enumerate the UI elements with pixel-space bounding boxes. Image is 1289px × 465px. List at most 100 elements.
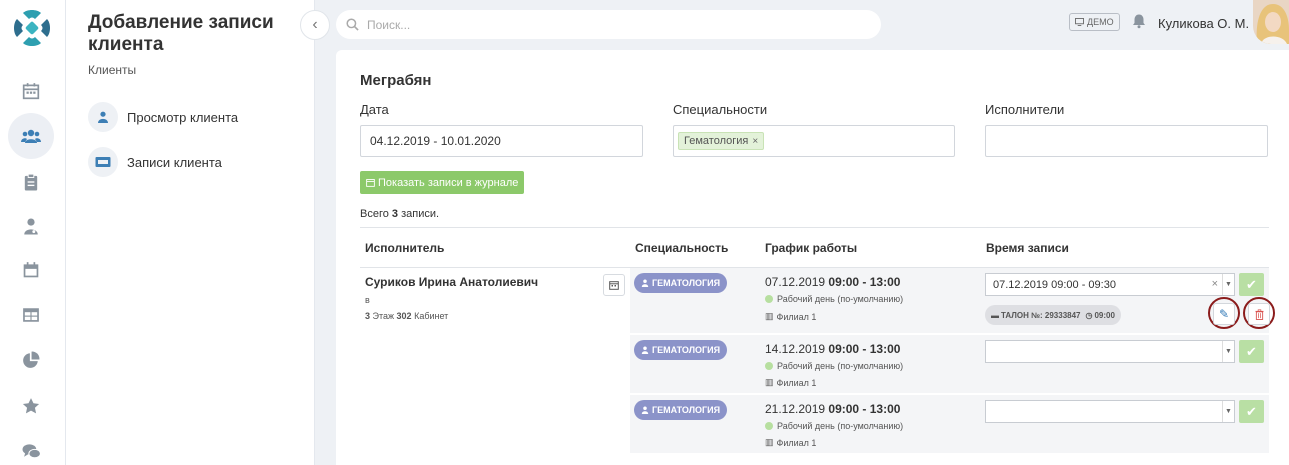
show-in-journal-button[interactable]: Показать записи в журнале <box>360 171 525 194</box>
calendar-icon[interactable] <box>8 71 54 111</box>
appointment-time-select[interactable]: 07.12.2019 09:00 - 09:30 × ▼ <box>985 273 1235 296</box>
column-header: Время записи <box>986 241 1069 255</box>
specialties-field[interactable]: Гематология × <box>673 125 955 157</box>
context-sidebar: Добавление записи клиента Клиенты Просмо… <box>66 0 315 465</box>
doctor-icon <box>641 279 649 287</box>
specialty-badge-label: ГЕМАТОЛОГИЯ <box>652 405 721 415</box>
sidebar-item-view-client[interactable]: Просмотр клиента <box>88 102 238 132</box>
workday-status: Рабочий день (по-умолчанию) <box>765 294 903 304</box>
sidebar-item-label: Записи клиента <box>127 154 222 170</box>
star-icon[interactable] <box>8 386 54 426</box>
date-range-value: 04.12.2019 - 10.01.2020 <box>370 134 501 148</box>
doctor-icon <box>641 406 649 414</box>
status-dot <box>765 362 773 370</box>
client-name: Меграбян <box>360 72 432 89</box>
confirm-button[interactable]: ✔ <box>1239 340 1264 363</box>
table-row: ГЕМАТОЛОГИЯ 14.12.2019 09:00 - 13:00 Раб… <box>630 335 1269 394</box>
doctor-icon <box>641 346 649 354</box>
records-total: Всего 3 записи. <box>360 208 439 220</box>
avatar[interactable] <box>1253 0 1289 44</box>
specialties-label: Специальности <box>673 102 768 117</box>
monitor-icon <box>1075 18 1084 26</box>
ticket-label: ТАЛОН №: 29333847 <box>1001 310 1081 320</box>
workday-label: Рабочий день (по-умолчанию) <box>777 294 904 304</box>
total-suffix: записи. <box>398 208 440 220</box>
specialty-badge: ГЕМАТОЛОГИЯ <box>634 340 728 360</box>
ticket-number: ▬ ТАЛОН №: 29333847 <box>991 311 1081 320</box>
ticket-icon <box>88 147 118 177</box>
main-panel: Меграбян Дата 04.12.2019 - 10.01.2020 Сп… <box>336 50 1289 465</box>
executors-field[interactable] <box>985 125 1268 157</box>
icon-rail <box>0 0 66 465</box>
table-icon[interactable] <box>8 295 54 335</box>
executors-label: Исполнители <box>985 102 1065 117</box>
ticket-time-value: 09:00 <box>1094 310 1115 320</box>
user-name[interactable]: Куликова О. М. <box>1158 16 1249 31</box>
sidebar-item-label: Просмотр клиента <box>127 109 239 125</box>
check-icon: ✔ <box>1246 403 1257 419</box>
executor-cell: Суриков Ирина Анатолиевич в 3 Этаж 302 К… <box>365 275 538 321</box>
search-input[interactable] <box>367 17 847 32</box>
specialty-badge-label: ГЕМАТОЛОГИЯ <box>652 278 721 288</box>
clipboard-icon[interactable] <box>8 162 54 202</box>
edit-button[interactable]: ✎ <box>1213 303 1235 325</box>
schedule-day: 14.12.2019 <box>765 342 826 356</box>
chevron-down-icon[interactable]: ▼ <box>1222 401 1234 422</box>
calendar-icon <box>366 179 375 187</box>
date-range-field[interactable]: 04.12.2019 - 10.01.2020 <box>360 125 643 157</box>
appointment-time-select[interactable]: ▼ <box>985 340 1235 363</box>
specialty-tag-label: Гематология <box>684 135 749 147</box>
ticket-badge: ▬ ТАЛОН №: 29333847 ◷ 09:00 <box>985 305 1121 325</box>
breadcrumb[interactable]: Клиенты <box>88 63 136 77</box>
date-label: Дата <box>360 102 389 117</box>
total-prefix: Всего <box>360 208 392 220</box>
specialty-tag: Гематология × <box>678 132 765 150</box>
chevron-down-icon[interactable]: ▼ <box>1222 341 1234 362</box>
specialty-badge-label: ГЕМАТОЛОГИЯ <box>652 345 721 355</box>
chat-icon[interactable] <box>8 431 54 465</box>
clients-icon[interactable] <box>8 113 54 159</box>
appointment-time-select[interactable]: ▼ <box>985 400 1235 423</box>
clear-icon[interactable]: × <box>1212 278 1218 290</box>
schedule-date: 07.12.2019 09:00 - 13:00 <box>765 275 900 289</box>
room-number: 302 <box>396 311 412 321</box>
pie-chart-icon[interactable] <box>8 340 54 380</box>
schedule-icon[interactable] <box>8 250 54 290</box>
building-icon: ▥ <box>765 377 774 387</box>
executor-calendar-button[interactable] <box>603 274 625 296</box>
remove-tag-icon[interactable]: × <box>752 136 758 147</box>
table-row: ГЕМАТОЛОГИЯ 21.12.2019 09:00 - 13:00 Раб… <box>630 395 1269 454</box>
schedule-day: 07.12.2019 <box>765 275 826 289</box>
status-dot <box>765 422 773 430</box>
bell-icon[interactable] <box>1131 13 1147 34</box>
branch-label: ▥ Филиал 1 <box>765 437 816 448</box>
app-logo[interactable] <box>13 9 51 47</box>
confirm-button[interactable]: ✔ <box>1239 273 1264 296</box>
clock-icon: ◷ <box>1085 310 1093 320</box>
table-header: Исполнитель Специальность График работы … <box>360 227 1269 268</box>
search-bar[interactable] <box>336 10 881 39</box>
chevron-down-icon[interactable]: ▼ <box>1222 274 1234 295</box>
calendar-icon <box>609 281 619 290</box>
workday-label: Рабочий день (по-умолчанию) <box>777 421 904 431</box>
branch-name: Филиал 1 <box>776 377 817 388</box>
schedule-hours: 09:00 - 13:00 <box>828 342 901 356</box>
building-icon: ▥ <box>765 311 774 321</box>
chevron-left-icon: ‹ <box>312 16 318 33</box>
table-row: ГЕМАТОЛОГИЯ 07.12.2019 09:00 - 13:00 Раб… <box>630 268 1275 334</box>
trash-icon <box>1254 308 1264 320</box>
user-icon <box>88 102 118 132</box>
doctor-icon[interactable] <box>8 206 54 246</box>
executor-location: 3 Этаж 302 Кабинет <box>365 311 538 321</box>
schedule-hours: 09:00 - 13:00 <box>828 402 901 416</box>
column-header: Исполнитель <box>365 241 445 255</box>
search-icon <box>346 18 359 31</box>
specialty-badge: ГЕМАТОЛОГИЯ <box>634 400 728 420</box>
branch-name: Филиал 1 <box>776 437 817 448</box>
collapse-sidebar-button[interactable]: ‹ <box>300 10 330 40</box>
sidebar-item-client-records[interactable]: Записи клиента <box>88 147 222 177</box>
column-header: Специальность <box>635 241 729 255</box>
column-header: График работы <box>765 241 858 255</box>
confirm-button[interactable]: ✔ <box>1239 400 1264 423</box>
delete-button[interactable] <box>1248 303 1270 325</box>
